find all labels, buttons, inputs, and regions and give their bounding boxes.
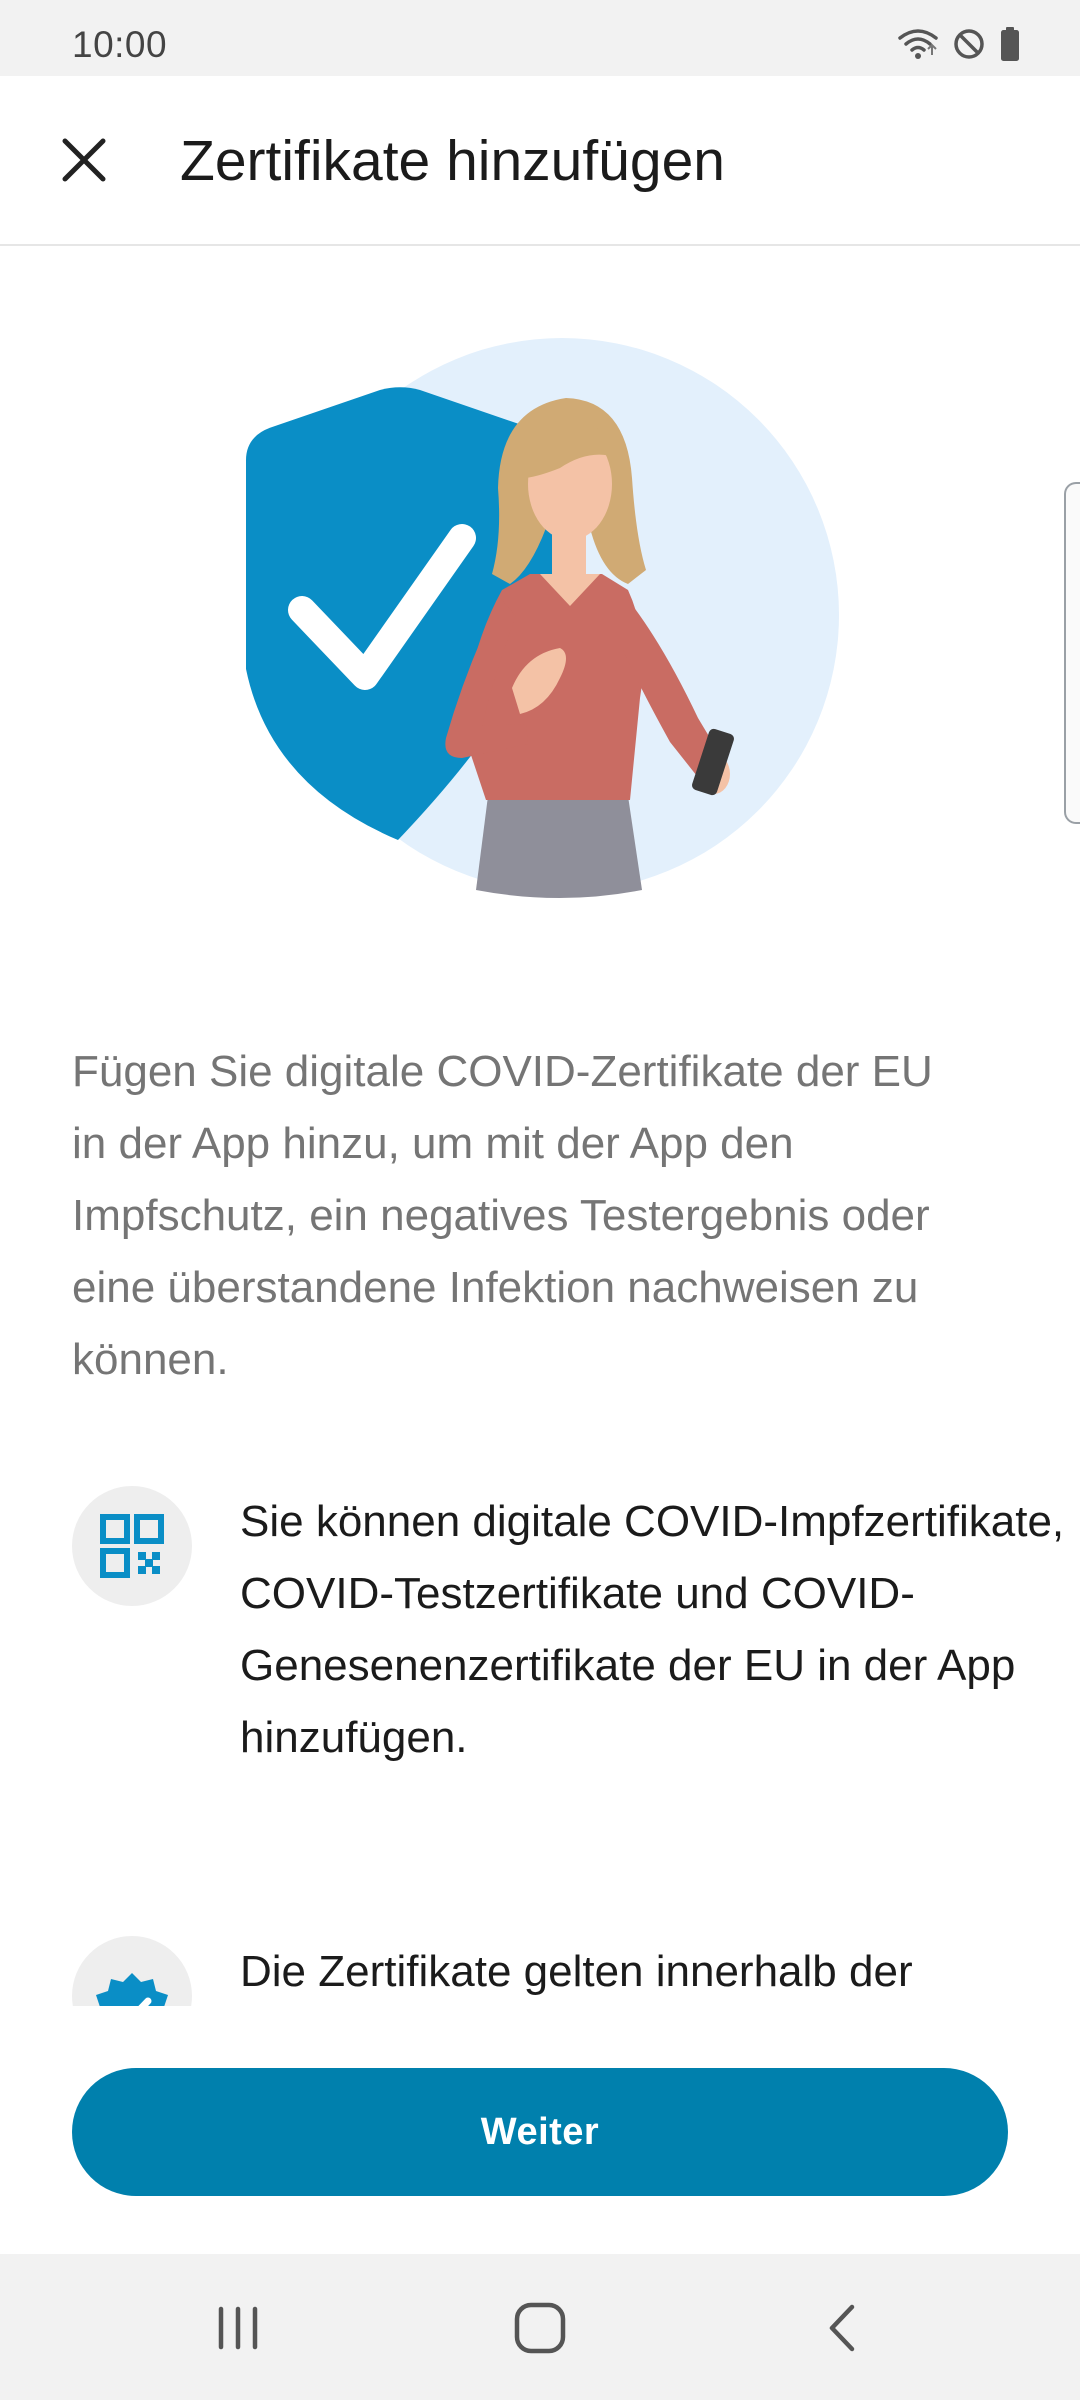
- info-text: Die Zertifikate gelten innerhalb der: [240, 1947, 913, 1996]
- woman-with-phone-and-shield-illustration: [230, 338, 850, 898]
- intro-text: Fügen Sie digitale COVID-Zertifikate der…: [72, 1047, 933, 1384]
- wifi-icon: [898, 27, 938, 66]
- info-icon-circle: [72, 1936, 192, 2006]
- info-text: Sie können digitale COVID-Impfzertifikat…: [240, 1497, 1065, 1762]
- verified-badge-icon: [96, 1973, 168, 2006]
- system-navigation-bar: [0, 2254, 1080, 2400]
- page-title: Zertifikate hinzufügen: [180, 129, 725, 193]
- status-time: 10:00: [72, 24, 168, 65]
- scroll-edge-indicator: [1064, 482, 1080, 824]
- close-icon: [62, 138, 106, 182]
- status-bar: 10:00: [0, 0, 1080, 76]
- continue-button[interactable]: Weiter: [72, 2068, 1008, 2196]
- app-bar: Zertifikate hinzufügen: [0, 76, 1080, 246]
- home-button[interactable]: [480, 2284, 600, 2372]
- home-icon: [514, 2302, 566, 2354]
- do-not-disturb-icon: [952, 27, 986, 66]
- back-icon: [829, 2304, 855, 2352]
- qr-code-icon: [100, 1514, 164, 1578]
- bottom-action-area: Weiter: [0, 2006, 1080, 2254]
- back-button[interactable]: [782, 2284, 902, 2372]
- recent-apps-button[interactable]: [178, 2284, 298, 2372]
- close-button[interactable]: [44, 120, 124, 200]
- battery-icon: [1000, 26, 1020, 66]
- recent-apps-icon: [218, 2306, 258, 2350]
- scroll-content[interactable]: Fügen Sie digitale COVID-Zertifikate der…: [0, 246, 1080, 2006]
- status-icons: [898, 26, 1020, 66]
- info-icon-circle: [72, 1486, 192, 1606]
